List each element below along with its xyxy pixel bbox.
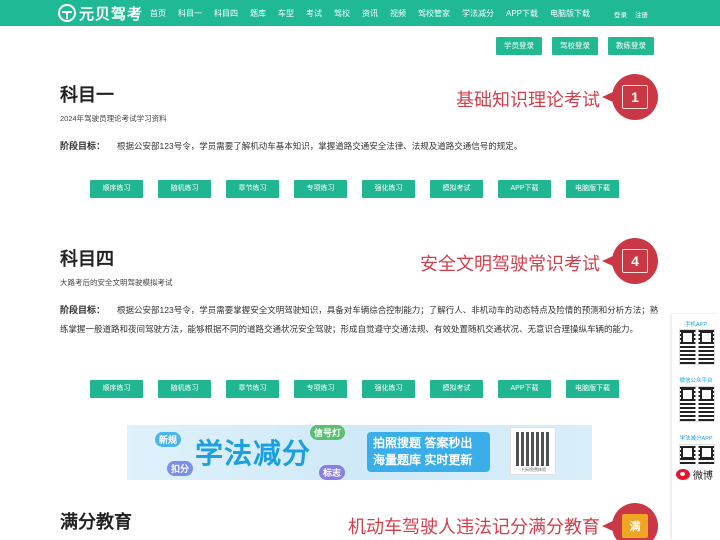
sequential-practice-button[interactable]: 顺序练习 [90,180,143,198]
slogan-subject1: 基础知识理论考试 [456,90,600,110]
section-title-full-score: 满分教育 [60,512,132,532]
qr-code-icon [516,432,550,466]
badge-full-score: 满 [602,503,658,540]
banner-panel-line2: 海量题库 实时更新 [373,453,473,467]
app-download-button[interactable]: APP下载 [498,180,551,198]
banner-qr-caption: 扫码免费体验 [522,467,546,472]
chapter-practice-button[interactable]: 章节练习 [226,180,279,198]
goal-text: 根据公安部123号令，学员需要了解机动车基本知识，掌握道路交通安全法律、法规及道… [117,141,523,151]
section-title-subject4: 科目四 [60,249,114,269]
slogan-full-score: 机动车驾驶人违法记分满分教育 [348,517,600,537]
banner-tag-deduction: 扣分 [167,461,194,476]
goal-subject4: 阶段目标： 根据公安部123号令，学员需要掌握安全文明驾驶知识，具备对车辆综合控制… [60,301,660,339]
qr-code-icon[interactable] [679,386,715,422]
pc-download-button[interactable]: 电脑版下载 [566,380,619,398]
nav-item-point-reduction[interactable]: 学法减分 [462,8,494,19]
login-button-group: 学员登录 驾校登录 教练登录 [486,37,654,55]
section-subtitle-subject1: 2024年驾驶员理论考试学习资料 [60,114,167,123]
nav-item-home[interactable]: 首页 [150,8,166,19]
school-login-button[interactable]: 驾校登录 [552,37,598,55]
book-4-icon: 4 [622,249,648,273]
main-nav: 首页 科目一 科目四 题库 车型 考试 驾校 资讯 视频 驾校管家 学法减分 A… [150,0,602,26]
random-practice-button[interactable]: 随机练习 [158,380,211,398]
sequential-practice-button[interactable]: 顺序练习 [90,380,143,398]
goal-label: 阶段目标： [60,141,106,151]
app-download-button[interactable]: APP下载 [498,380,551,398]
slogan-subject4: 安全文明驾驶常识考试 [420,254,600,274]
nav-item-question-bank[interactable]: 题库 [250,8,266,19]
topic-practice-button[interactable]: 专项练习 [294,180,347,198]
logo-text: 元贝驾考 [79,5,144,23]
section-title-subject1: 科目一 [60,85,114,105]
banner-tag-new-rules: 新规 [155,432,182,447]
nav-item-subject1[interactable]: 科目一 [178,8,202,19]
pc-download-button[interactable]: 电脑版下载 [566,180,619,198]
button-row-subject4: 顺序练习 随机练习 章节练习 专项练习 强化练习 模拟考试 APP下载 电脑版下… [90,380,634,398]
nav-item-pc-download[interactable]: 电脑版下载 [550,8,590,19]
register-link[interactable]: 注册 [635,9,648,19]
nav-item-school-manager[interactable]: 驾校管家 [418,8,450,19]
nav-item-app-download[interactable]: APP下载 [506,8,538,19]
nav-item-news[interactable]: 资讯 [362,8,378,19]
nav-item-exam[interactable]: 考试 [306,8,322,19]
site-logo[interactable]: 元贝驾考 [58,3,143,23]
float-caption-wechat: 微信公众平台 [679,378,713,384]
banner-qr-code: 扫码免费体验 [510,427,556,475]
topic-practice-button[interactable]: 专项练习 [294,380,347,398]
mock-exam-button[interactable]: 模拟考试 [430,180,483,198]
badge-subject4: 4 [602,238,658,284]
goal-subject1: 阶段目标： 根据公安部123号令，学员需要了解机动车基本知识，掌握道路交通安全法律… [60,137,660,156]
nav-item-video[interactable]: 视频 [390,8,406,19]
qr-code-icon[interactable] [679,329,715,365]
weibo-label: 微博 [693,471,713,482]
coach-login-button[interactable]: 教练登录 [608,37,654,55]
login-link[interactable]: 登录 [614,9,627,19]
right-float-panel: 手机APP 微信公众平台 学法减分APP 微博 [672,314,720,540]
section-subtitle-subject4: 大路考后的安全文明驾驶模拟考试 [60,278,173,287]
nav-item-subject4[interactable]: 科目四 [214,8,238,19]
banner-panel-line1: 拍照搜题 答案秒出 [373,436,473,450]
manfen-icon: 满 [622,514,648,538]
chapter-practice-button[interactable]: 章节练习 [226,380,279,398]
nav-item-driving-school[interactable]: 驾校 [334,8,350,19]
goal-label: 阶段目标： [60,305,106,315]
banner-headline: 学法减分 [195,438,312,469]
intensive-practice-button[interactable]: 强化练习 [362,380,415,398]
banner-tag-traffic-light: 信号灯 [310,425,346,440]
button-row-subject1: 顺序练习 随机练习 章节练习 专项练习 强化练习 模拟考试 APP下载 电脑版下… [90,180,634,198]
goal-text: 根据公安部123号令，学员需要掌握安全文明驾驶知识，具备对车辆综合控制能力；了解… [60,305,659,334]
qr-code-icon[interactable] [679,444,715,464]
point-reduction-banner[interactable]: 新规 信号灯 扣分 标志 学法减分 拍照搜题 答案秒出 海量题库 实时更新 扫码… [127,425,592,480]
banner-tag-signs: 标志 [319,465,346,480]
steering-wheel-icon [58,4,76,22]
student-login-button[interactable]: 学员登录 [496,37,542,55]
mock-exam-button[interactable]: 模拟考试 [430,380,483,398]
nav-item-vehicle-type[interactable]: 车型 [278,8,294,19]
intensive-practice-button[interactable]: 强化练习 [362,180,415,198]
top-nav-bar: 元贝驾考 首页 科目一 科目四 题库 车型 考试 驾校 资讯 视频 驾校管家 学… [0,0,720,26]
weibo-icon [676,469,690,480]
badge-subject1: 1 [602,74,658,120]
monitor-1-icon: 1 [622,85,648,109]
float-caption-point-app: 学法减分APP [679,436,713,442]
weibo-link[interactable]: 微博 [676,467,713,482]
auth-links: 登录 注册 [606,9,648,19]
banner-feature-panel: 拍照搜题 答案秒出 海量题库 实时更新 [367,432,490,472]
float-caption-app: 手机APP [684,322,707,328]
random-practice-button[interactable]: 随机练习 [158,180,211,198]
